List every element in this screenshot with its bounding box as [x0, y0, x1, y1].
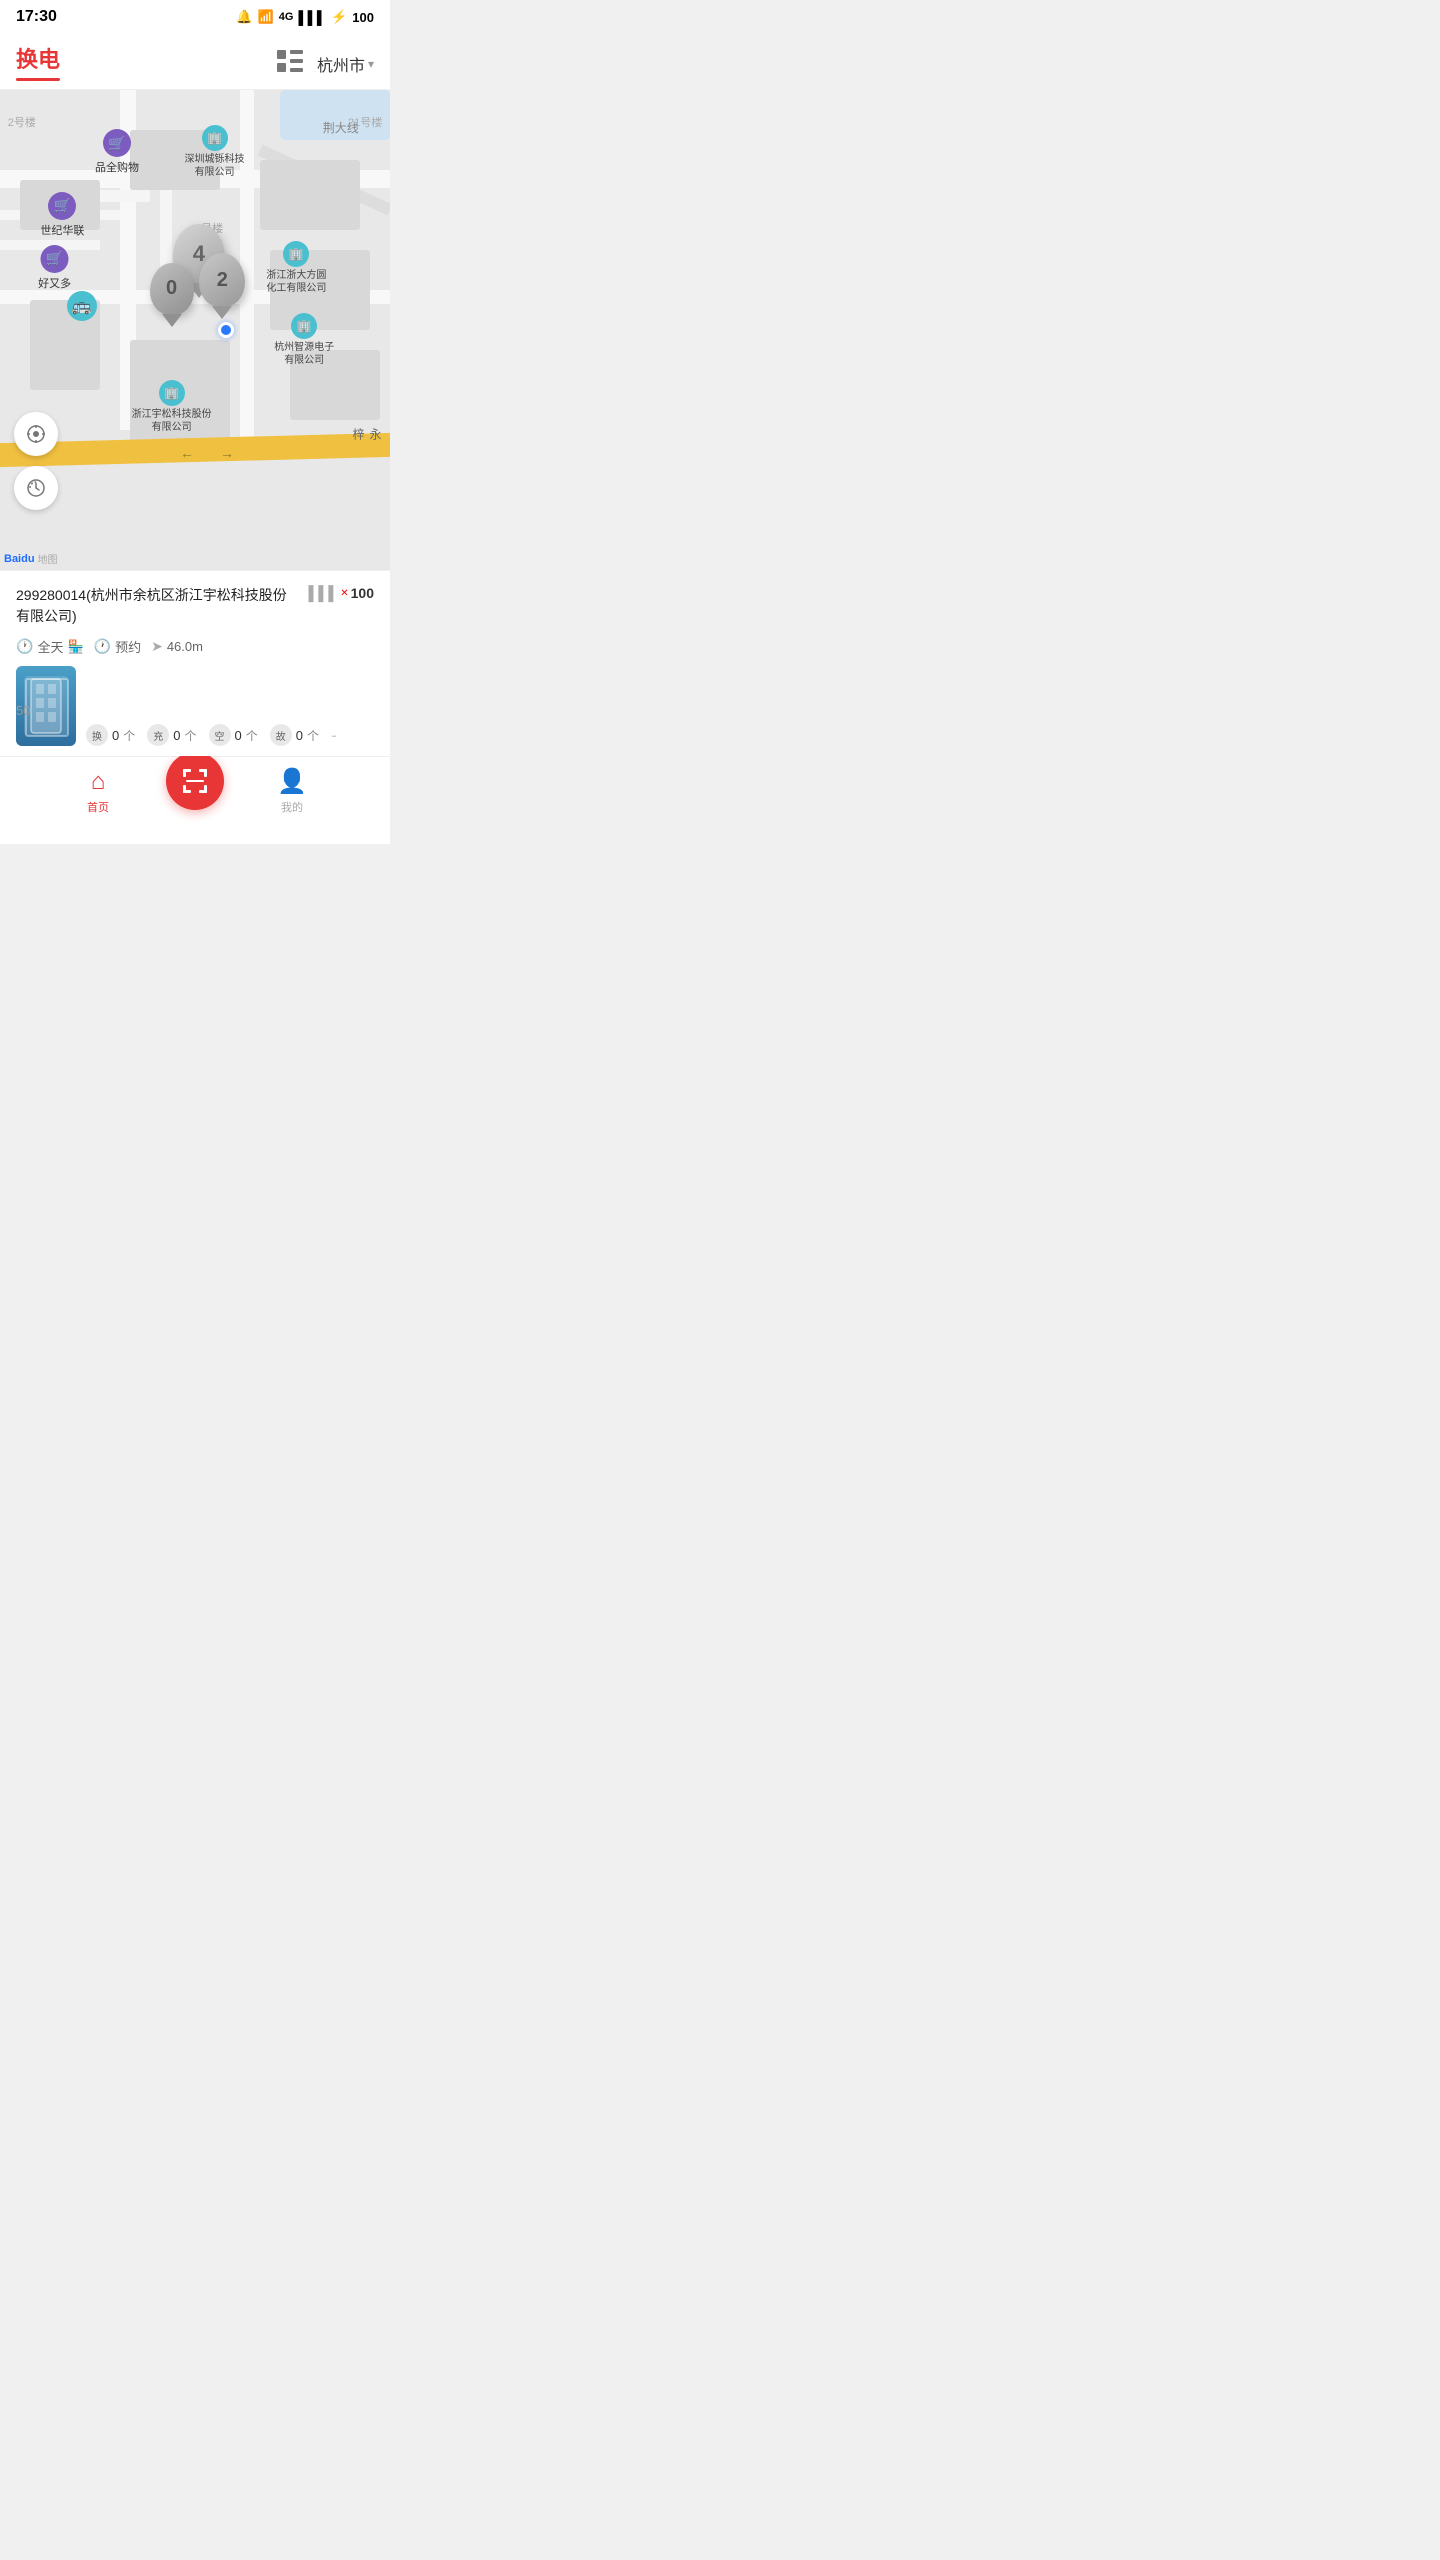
- poi-shenzhen[interactable]: 🏢 深圳城铄科技有限公司: [185, 125, 245, 179]
- haoyouduo-label: 好又多: [38, 275, 71, 291]
- pin0-number: 0: [166, 277, 177, 300]
- locate-button[interactable]: [14, 412, 58, 456]
- nav-home[interactable]: ⌂ 首页: [30, 768, 166, 815]
- current-location-dot: [218, 322, 234, 338]
- hours-icon: 🕐: [16, 638, 33, 655]
- tab-huan-dian-text: 换电: [16, 42, 60, 74]
- poi-shiji[interactable]: 🛒 世纪华联: [40, 192, 84, 238]
- road-label-2hao: 2号楼: [8, 114, 36, 130]
- reservation-info: 🕐 预约: [94, 637, 141, 656]
- swap-pin-2[interactable]: 2: [199, 253, 245, 319]
- grid-view-button[interactable]: [277, 50, 303, 78]
- charging-icon: ⚡: [331, 9, 347, 25]
- slot-gu: 故 0个: [270, 724, 319, 746]
- yusong-label: 浙江宇松科技股份有限公司: [132, 408, 212, 434]
- shenzhen-icon: 🏢: [202, 125, 228, 151]
- signal-number: 100: [351, 585, 374, 601]
- hours-info: 🕐 全天 🏪: [16, 637, 84, 656]
- status-bar: 17:30 🔔 📶 4G ▌▌▌ ⚡ 100: [0, 0, 390, 32]
- poi-zhejiang-yuanda[interactable]: 🏢 浙江浙大方圆化工有限公司: [266, 241, 326, 295]
- chevron-down-icon: ▾: [368, 57, 374, 71]
- header-right: 杭州市 ▾: [277, 50, 374, 78]
- shiji-label: 世纪华联: [40, 222, 84, 238]
- poi-zhiyuan[interactable]: 🏢 杭州智源电子有限公司: [274, 313, 334, 367]
- app-container: 17:30 🔔 📶 4G ▌▌▌ ⚡ 100 换电: [0, 0, 390, 844]
- nav-scan-button[interactable]: [166, 752, 224, 810]
- map-container[interactable]: 荆大线 3号楼 21号楼 2号楼 永梓 ← → 🛒 品全购物 🛒 世纪华联 🛒 …: [0, 90, 390, 570]
- poi-haoyouduo[interactable]: 🛒 好又多: [38, 245, 71, 291]
- slot-kong: 空 0个: [209, 724, 258, 746]
- reservation-clock-icon: 🕐: [94, 638, 111, 655]
- 营业-icon: 🏪: [67, 639, 83, 655]
- dash-separator: -: [331, 725, 337, 746]
- shiji-icon: 🛒: [48, 192, 76, 220]
- pinquan-label: 品全购物: [95, 159, 139, 175]
- hours-label: 全天: [37, 637, 63, 656]
- yusong-icon: 🏢: [159, 380, 185, 406]
- station-number-label: 50: [16, 703, 30, 718]
- distance-info: ➤ 46.0m: [151, 638, 203, 655]
- city-name: 杭州市: [317, 52, 365, 76]
- yuanda-icon: 🏢: [283, 241, 309, 267]
- bus-marker[interactable]: 🚌: [67, 291, 97, 321]
- silent-icon: 🔔: [236, 9, 252, 25]
- swap-pin-0[interactable]: 0: [150, 263, 194, 327]
- signal-x-icon: ✕: [340, 588, 348, 599]
- station-content: 50 换 0个 充 0个 空 0个 故: [16, 666, 374, 746]
- map-controls: [14, 412, 58, 510]
- zhiyuan-icon: 🏢: [291, 313, 317, 339]
- reservation-label: 预约: [115, 637, 141, 656]
- slot-huan: 换 0个: [86, 724, 135, 746]
- distance-icon: ➤: [151, 638, 163, 655]
- mine-icon: 👤: [277, 767, 307, 796]
- header: 换电 杭州市 ▾: [0, 32, 390, 90]
- baidu-watermark: Baidu 地图: [4, 551, 58, 566]
- shenzhen-label: 深圳城铄科技有限公司: [185, 153, 245, 179]
- haoyouduo-icon: 🛒: [41, 245, 69, 273]
- wifi-icon: 📶: [258, 9, 274, 25]
- signal-badge: ▌▌▌ ✕ 100: [308, 585, 374, 601]
- battery-slots: 换 0个 充 0个 空 0个 故 0个 -: [86, 724, 374, 746]
- tab-underline: [16, 78, 60, 81]
- zhiyuan-label: 杭州智源电子有限公司: [274, 341, 334, 367]
- road-label-21hao: 21号楼: [348, 114, 382, 130]
- signal-icon: ▌▌▌: [298, 10, 326, 25]
- city-selector[interactable]: 杭州市 ▾: [317, 52, 374, 76]
- yuanda-label: 浙江浙大方圆化工有限公司: [266, 269, 326, 295]
- mine-label: 我的: [281, 799, 303, 815]
- road-arrow-left: ←: [180, 445, 194, 461]
- poi-yusong[interactable]: 🏢 浙江宇松科技股份有限公司: [132, 380, 212, 434]
- bottom-nav: ⌂ 首页 👤 我的: [0, 756, 390, 831]
- road-side-label: 永梓: [350, 428, 384, 440]
- pinquan-icon: 🛒: [103, 129, 131, 157]
- road-arrow-right: →: [220, 445, 234, 461]
- history-button[interactable]: [14, 466, 58, 510]
- info-card: 299280014(杭州市余杭区浙江宇松科技股份 有限公司) ▌▌▌ ✕ 100…: [0, 570, 390, 756]
- distance-value: 46.0m: [167, 639, 203, 654]
- scan-icon: [181, 767, 209, 795]
- status-time: 17:30: [16, 8, 57, 26]
- slots-row: 换 0个 充 0个 空 0个 故 0个 -: [86, 724, 374, 746]
- slot-chong: 充 0个: [147, 724, 196, 746]
- poi-pinquan[interactable]: 🛒 品全购物: [95, 129, 139, 175]
- nav-mine[interactable]: 👤 我的: [224, 767, 360, 815]
- 4g-icon: 4G: [279, 11, 294, 23]
- header-tab-huan-dian[interactable]: 换电: [16, 42, 60, 85]
- signal-bars-icon: ▌▌▌: [308, 585, 338, 601]
- status-icons: 🔔 📶 4G ▌▌▌ ⚡ 100: [236, 9, 374, 25]
- pin2-number: 2: [217, 269, 228, 292]
- battery-level: 100: [352, 10, 374, 25]
- home-label: 首页: [87, 799, 109, 815]
- station-meta-row: 🕐 全天 🏪 🕐 预约 ➤ 46.0m: [16, 637, 374, 656]
- home-icon: ⌂: [91, 768, 106, 796]
